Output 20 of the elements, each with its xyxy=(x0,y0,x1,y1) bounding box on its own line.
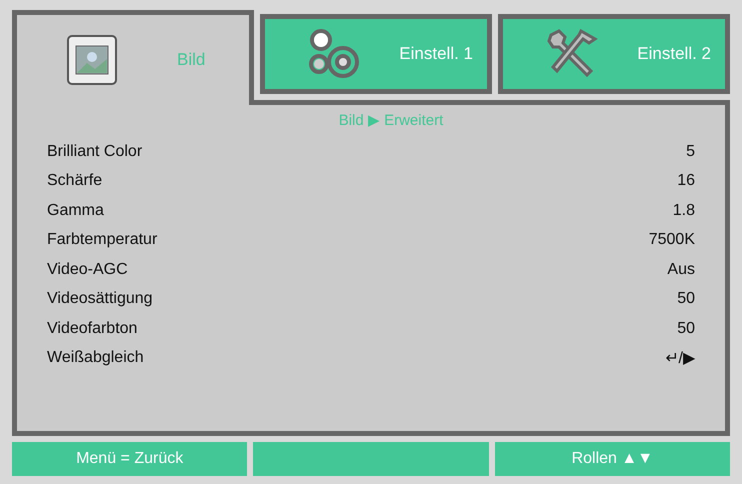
setting-label: Gamma xyxy=(47,202,104,220)
setting-value[interactable]: 16 xyxy=(677,172,695,190)
footer-hint: Rollen ▲▼ xyxy=(494,442,730,476)
setting-value[interactable]: ↵/▶ xyxy=(666,348,695,368)
setting-value[interactable]: Aus xyxy=(667,260,695,279)
setting-label: Videofarbton xyxy=(47,320,138,338)
setting-label: Brilliant Color xyxy=(47,142,142,161)
setting-value[interactable]: 1.8 xyxy=(672,202,695,220)
setting-value[interactable]: 50 xyxy=(677,320,695,338)
setting-value[interactable]: 7500K xyxy=(648,231,695,250)
setting-label: Weißabgleich xyxy=(47,349,144,368)
setting-label: Video-AGC xyxy=(47,260,128,279)
breadcrumb: Bild ▶ Erweitert xyxy=(338,111,444,129)
setting-value[interactable]: 5 xyxy=(686,142,695,161)
footer-hint: Menü = Zurück xyxy=(12,442,248,476)
setting-value[interactable]: 50 xyxy=(677,290,695,308)
setting-label: Videosättigung xyxy=(47,290,153,308)
setting-label: Farbtemperatur xyxy=(47,231,158,250)
setting-label: Schärfe xyxy=(47,172,102,190)
picture-icon xyxy=(67,35,117,85)
